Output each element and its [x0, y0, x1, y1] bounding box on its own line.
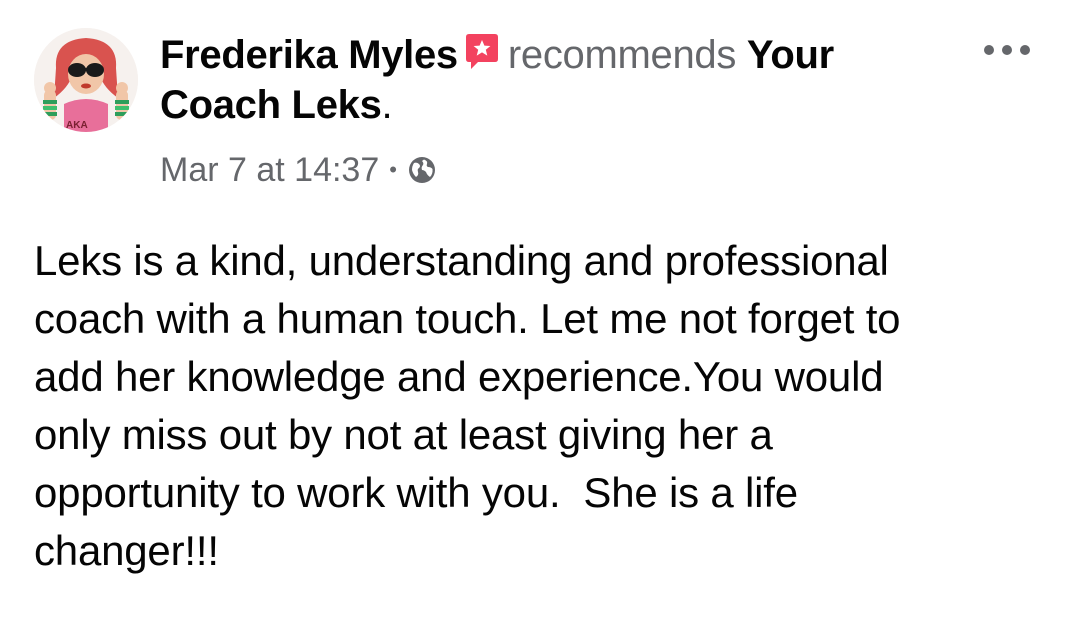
recommendation-star-icon — [465, 34, 498, 69]
post-body-text: Leks is a kind, understanding and profes… — [34, 237, 901, 574]
more-options-icon-dot — [1020, 45, 1030, 55]
avatar-illustration: AKA — [34, 28, 138, 132]
avatar-label: AKA — [66, 120, 88, 131]
page-name-link-part1[interactable]: Your — [747, 33, 834, 77]
author-name-link[interactable]: Frederika Myles — [160, 33, 458, 77]
author-avatar[interactable]: AKA — [34, 28, 138, 132]
post-meta: Mar 7 at 14:37 • — [160, 146, 437, 194]
post-header: Frederika Myles recommends Your Coach Lek… — [160, 30, 960, 130]
meta-separator: • — [389, 157, 397, 182]
globe-icon[interactable] — [407, 155, 437, 185]
post-timestamp[interactable]: Mar 7 at 14:37 — [160, 146, 379, 194]
header-period: . — [381, 83, 393, 127]
recommends-verb: recommends — [507, 33, 737, 77]
more-options-icon-dot — [984, 45, 994, 55]
recommendation-post: AKA Frederika Myles recommends Your Coach… — [0, 0, 1080, 632]
more-options-button[interactable] — [984, 40, 1030, 60]
more-options-icon-dot — [1002, 45, 1012, 55]
page-name-link-part2[interactable]: Coach Leks — [160, 83, 382, 127]
